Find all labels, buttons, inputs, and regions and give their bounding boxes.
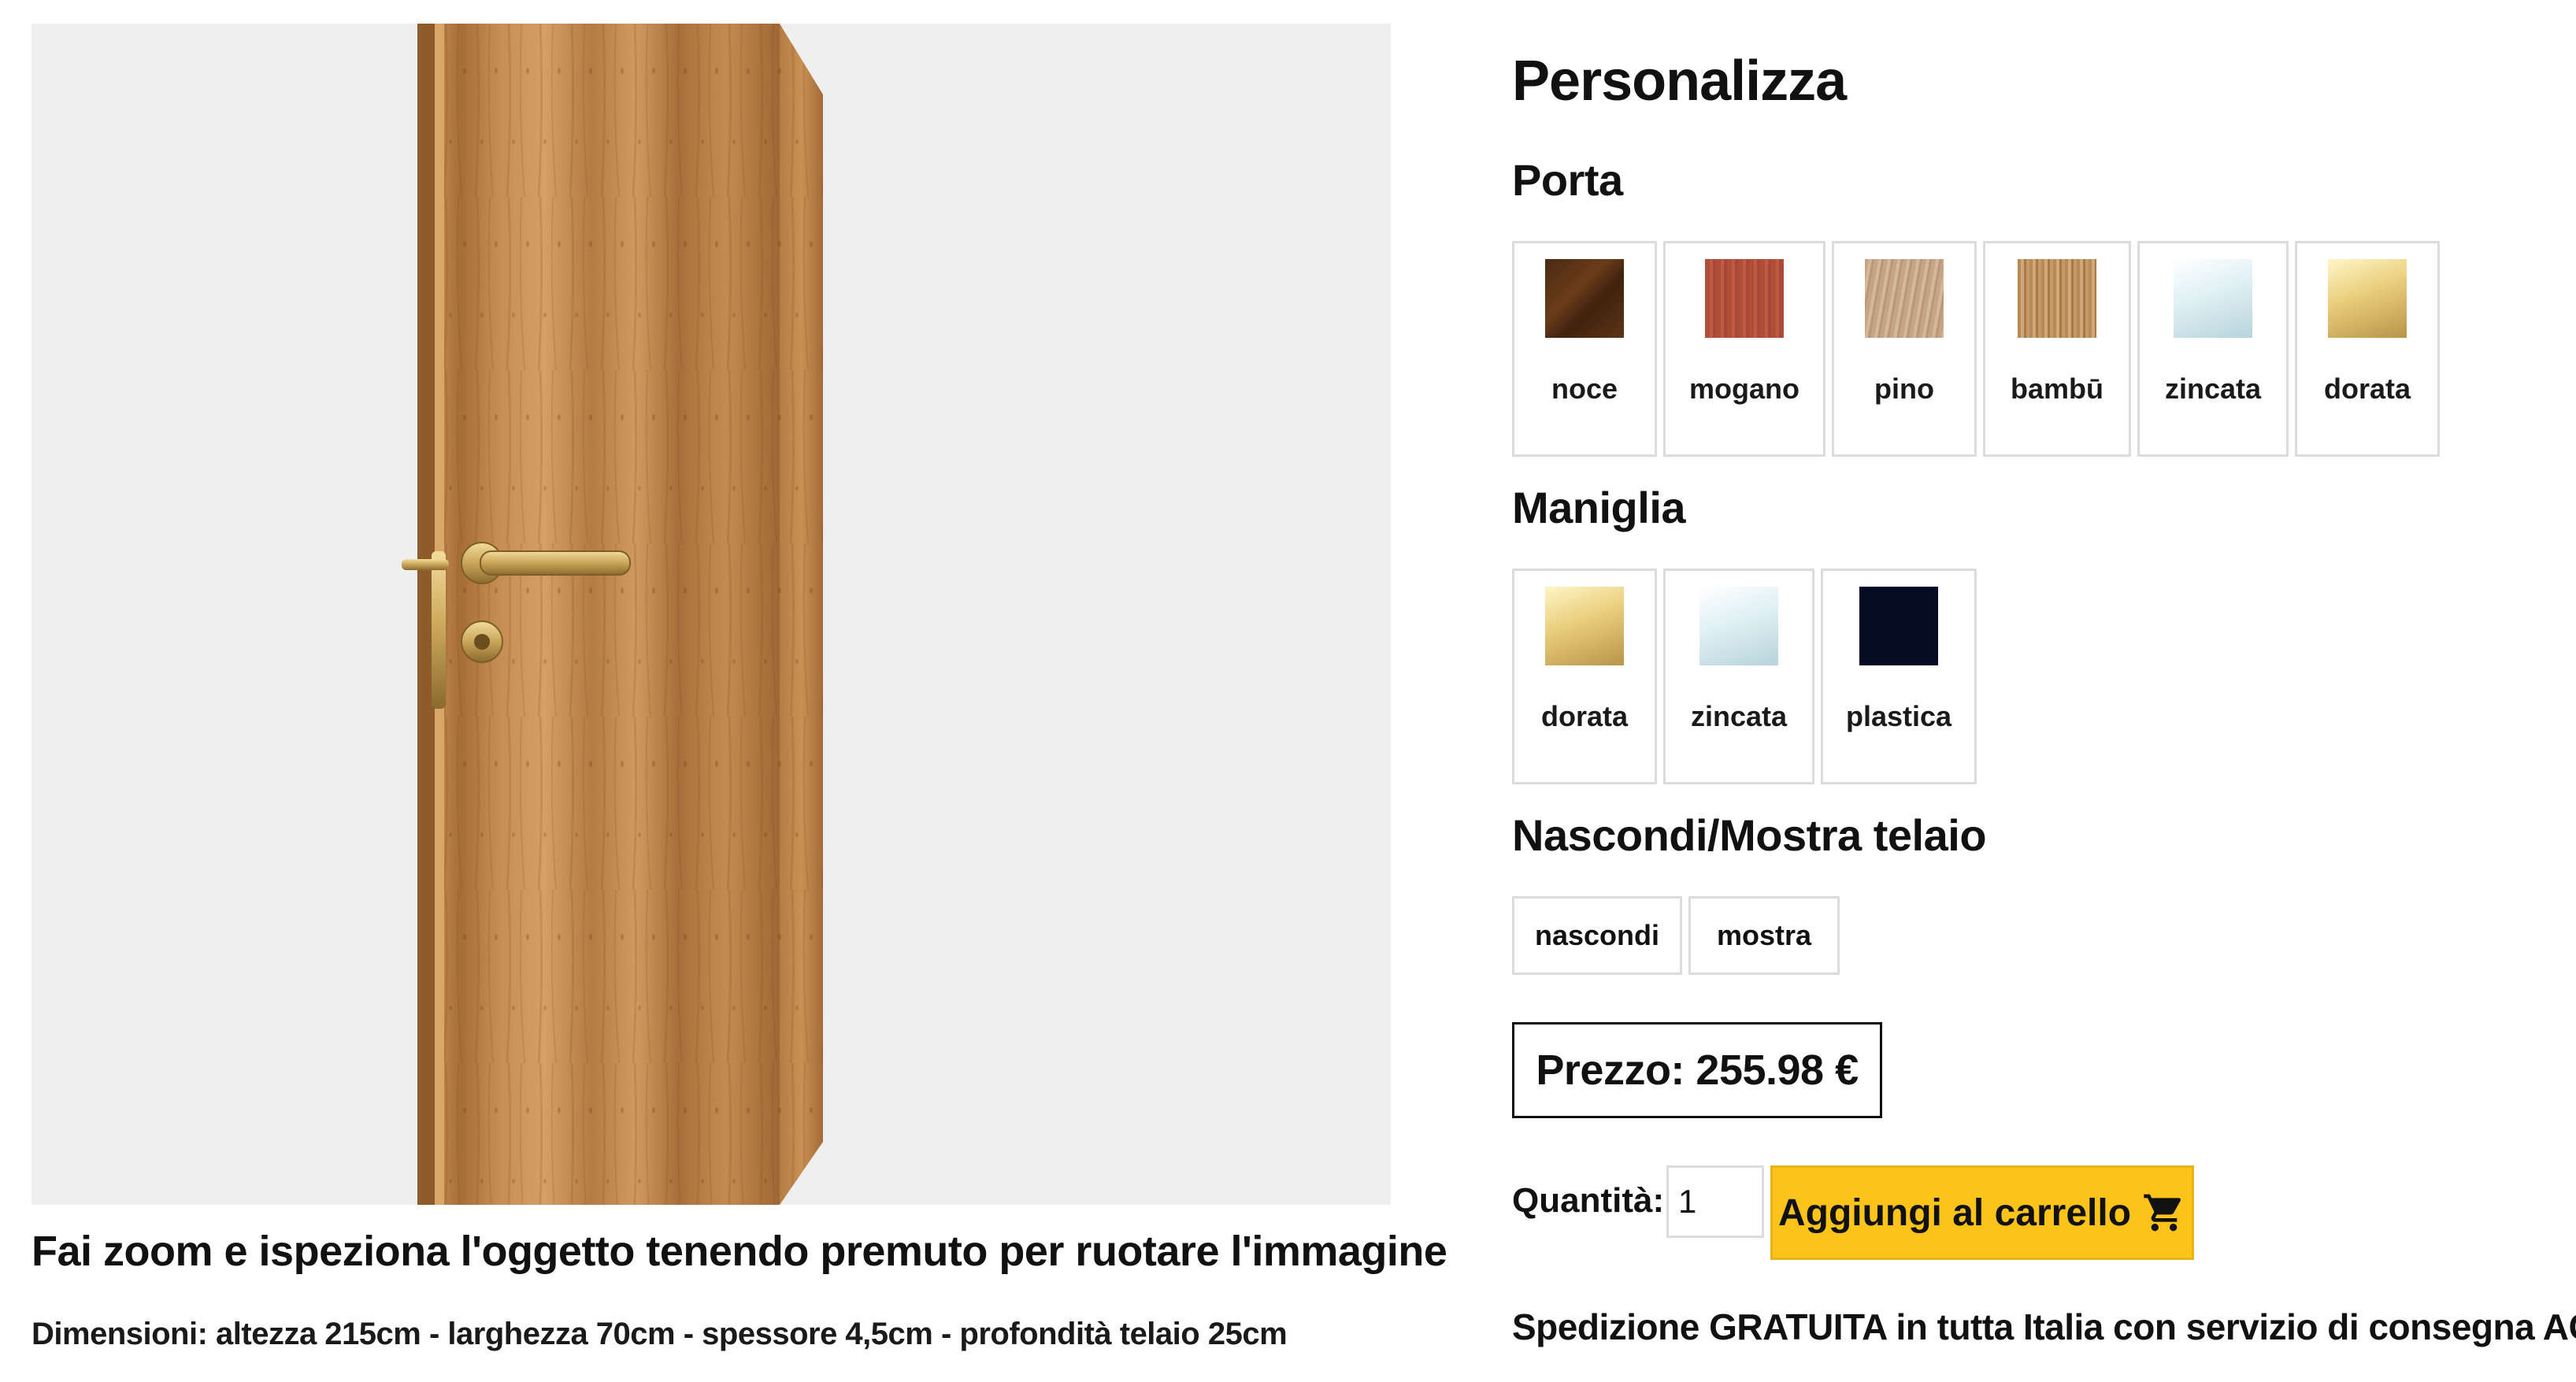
frame-toggle-group: nascondi mostra bbox=[1512, 896, 1846, 975]
pino-wood-swatch-icon bbox=[1865, 259, 1944, 338]
door-option-noce[interactable]: noce bbox=[1512, 241, 1657, 457]
handle-option-zincata[interactable]: zincata bbox=[1663, 569, 1814, 784]
price-box: Prezzo: 255.98 € bbox=[1512, 1022, 1882, 1118]
hide-frame-button[interactable]: nascondi bbox=[1512, 896, 1682, 975]
frame-section-heading: Nascondi/Mostra telaio bbox=[1512, 810, 1987, 860]
add-to-cart-button[interactable]: Aggiungi al carrello bbox=[1770, 1165, 2194, 1260]
cart-icon bbox=[2144, 1194, 2181, 1232]
door-option-bambu[interactable]: bambū bbox=[1983, 241, 2131, 457]
zinc-metal-swatch-icon bbox=[1699, 587, 1778, 665]
door-dimensions: Dimensioni: altezza 215cm - larghezza 70… bbox=[32, 1317, 1288, 1351]
door-render bbox=[402, 24, 823, 1205]
door-option-label: bambū bbox=[2010, 372, 2103, 405]
door-option-dorata[interactable]: dorata bbox=[2295, 241, 2440, 457]
handle-option-label: zincata bbox=[1690, 700, 1788, 732]
door-3d-viewer[interactable] bbox=[32, 24, 1391, 1205]
door-options: noce mogano pino bambū zincata dorata bbox=[1512, 241, 2446, 457]
door-option-label: noce bbox=[1551, 372, 1618, 405]
customize-title: Personalizza bbox=[1512, 50, 1847, 113]
handle-option-label: dorata bbox=[1540, 700, 1629, 732]
handle-section-heading: Maniglia bbox=[1512, 483, 1686, 532]
door-option-mogano[interactable]: mogano bbox=[1663, 241, 1825, 457]
mogano-wood-swatch-icon bbox=[1705, 259, 1784, 338]
quantity-input[interactable] bbox=[1666, 1165, 1764, 1238]
shipping-info: Spedizione GRATUITA in tutta Italia con … bbox=[1512, 1306, 2576, 1347]
noce-wood-swatch-icon bbox=[1545, 259, 1624, 338]
quantity-label: Quantità: bbox=[1512, 1181, 1665, 1220]
handle-option-plastica[interactable]: plastica bbox=[1821, 569, 1977, 784]
viewer-caption: Fai zoom e ispeziona l'oggetto tenendo p… bbox=[32, 1228, 1447, 1275]
door-option-label: mogano bbox=[1689, 372, 1799, 405]
handle-option-label: plastica bbox=[1845, 700, 1952, 732]
black-plastic-swatch-icon bbox=[1859, 587, 1938, 665]
door-option-label: pino bbox=[1874, 372, 1934, 405]
door-option-zincata[interactable]: zincata bbox=[2137, 241, 2289, 457]
door-option-pino[interactable]: pino bbox=[1832, 241, 1977, 457]
gold-metal-swatch-icon bbox=[1545, 587, 1624, 665]
add-to-cart-label: Aggiungi al carrello bbox=[1777, 1191, 2132, 1234]
door-option-label: dorata bbox=[2323, 372, 2411, 405]
show-frame-button[interactable]: mostra bbox=[1688, 896, 1840, 975]
handle-options: dorata zincata plastica bbox=[1512, 569, 1983, 784]
zinc-metal-swatch-icon bbox=[2174, 259, 2252, 338]
handle-option-dorata[interactable]: dorata bbox=[1512, 569, 1657, 784]
door-section-heading: Porta bbox=[1512, 155, 1623, 205]
door-option-label: zincata bbox=[2164, 372, 2262, 405]
bambu-wood-swatch-icon bbox=[2018, 259, 2096, 338]
gold-metal-swatch-icon bbox=[2328, 259, 2407, 338]
